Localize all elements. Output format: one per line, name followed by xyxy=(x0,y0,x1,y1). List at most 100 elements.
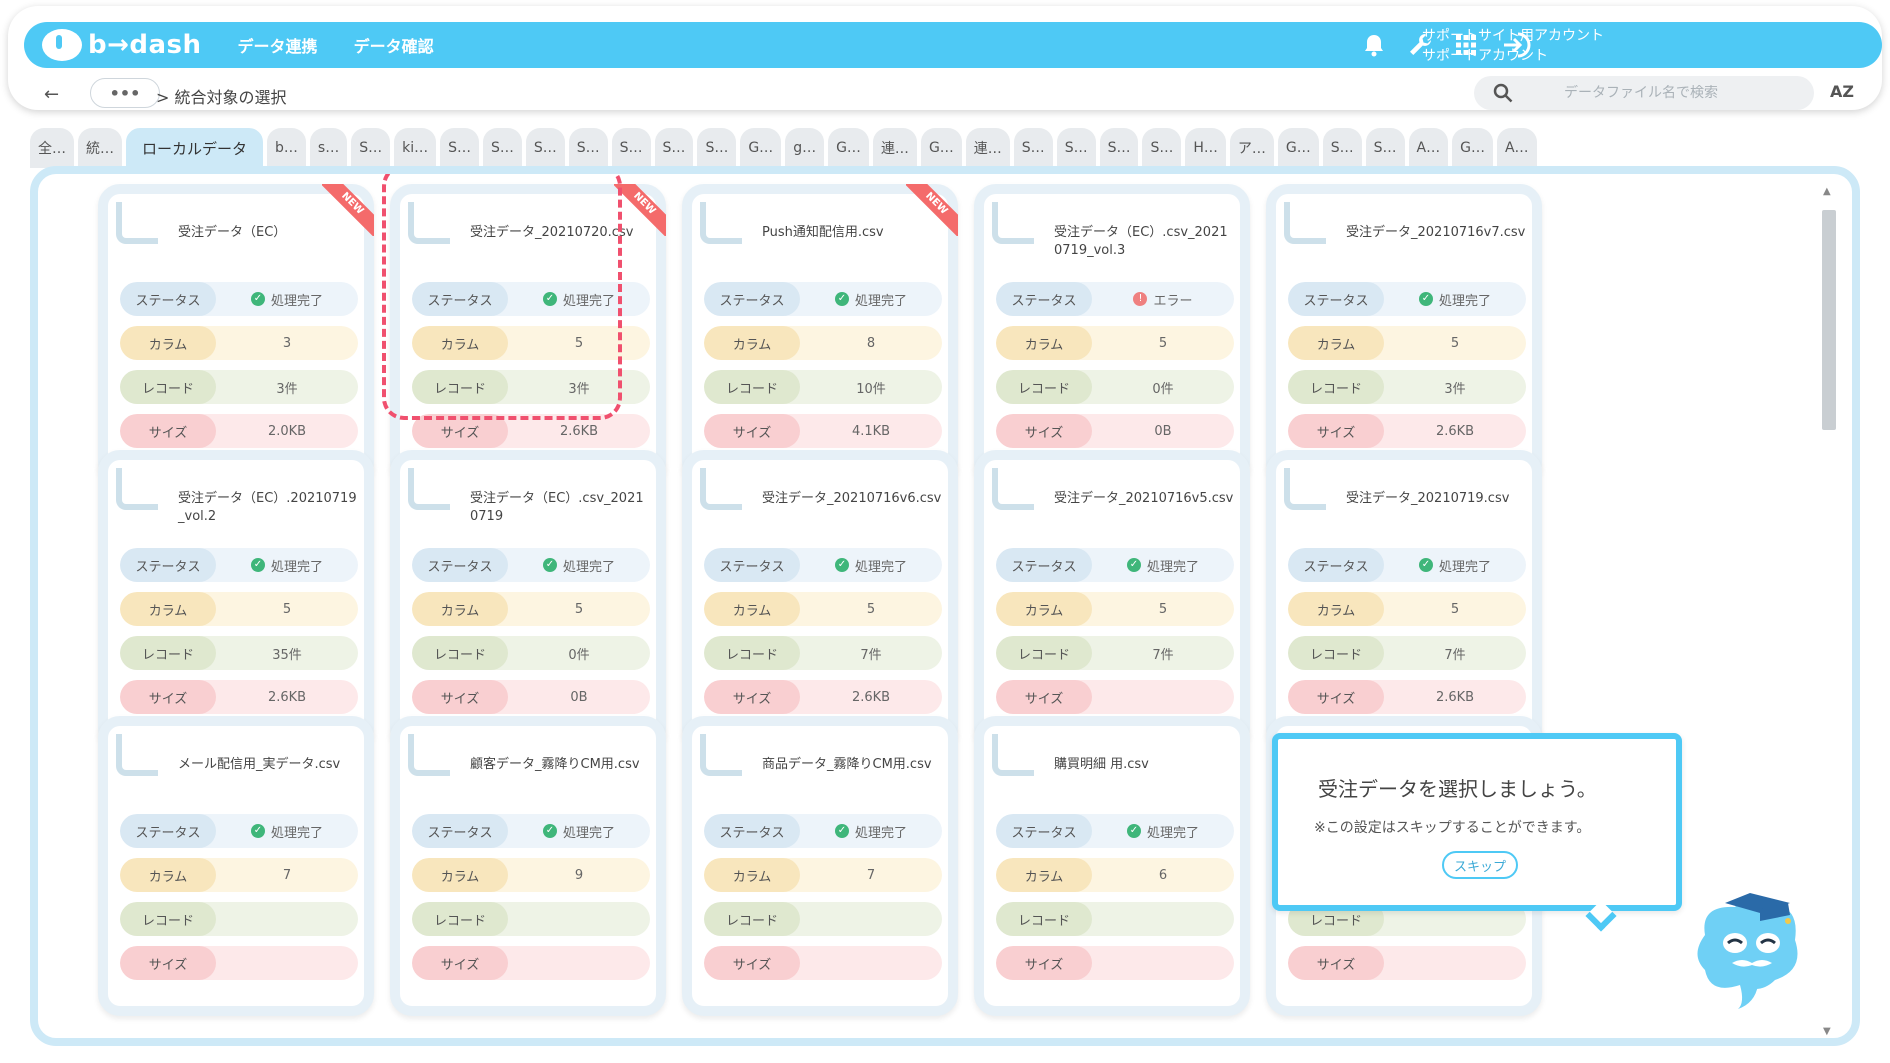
search-input[interactable] xyxy=(1564,85,1804,101)
column-label: カラム xyxy=(704,858,800,892)
tab-14[interactable]: G… xyxy=(740,128,782,168)
file-card[interactable]: 受注データ（EC）.20210719_vol.2 ステータス ✓ 処理完了 カラム 5 レコ… xyxy=(98,450,374,750)
tab-15[interactable]: g… xyxy=(785,128,825,168)
tab-21[interactable]: S… xyxy=(1056,128,1096,168)
skip-button[interactable]: スキップ xyxy=(1442,851,1518,879)
tooltip-title: 受注データを選択しましょう。 xyxy=(1318,777,1597,801)
breadcrumb-more-button[interactable]: ••• xyxy=(90,78,160,108)
nav-data-integration[interactable]: データ連携 xyxy=(238,33,318,57)
record-row: レコード 0件 xyxy=(996,370,1234,404)
tab-29[interactable]: A… xyxy=(1408,128,1449,168)
column-row: カラム 7 xyxy=(704,858,942,892)
status-text: 処理完了 xyxy=(562,825,615,841)
tab-8[interactable]: S… xyxy=(482,128,522,168)
column-value: 5 xyxy=(574,601,584,617)
column-label: カラム xyxy=(1288,326,1384,360)
record-row: レコード 3件 xyxy=(120,370,358,404)
scroll-down-icon[interactable]: ▼ xyxy=(1823,1026,1831,1037)
tab-6[interactable]: ki… xyxy=(394,128,437,168)
file-stats: ステータス ✓ 処理完了 カラム 5 レコード 3件 サイズ 2.6KB xyxy=(1288,282,1526,458)
file-card[interactable]: 受注データ_20210716v5.csv ステータス ✓ 処理完了 カラム 5 レコード 7件… xyxy=(974,450,1250,750)
tab-30[interactable]: G… xyxy=(1452,128,1493,168)
tab-27[interactable]: S… xyxy=(1322,128,1362,168)
status-row: ステータス ✓ 処理完了 xyxy=(412,814,650,848)
file-stats: ステータス ✓ 処理完了 カラム 5 レコード 35件 サイズ 2.6KB xyxy=(120,548,358,724)
sort-az-button[interactable]: AZ xyxy=(1830,82,1854,101)
status-value: ✓ 処理完了 xyxy=(800,548,942,582)
tab-13[interactable]: S… xyxy=(697,128,737,168)
size-value xyxy=(800,946,942,980)
file-name: 商品データ_霧降りCM用.csv xyxy=(762,757,932,772)
file-card[interactable]: 受注データ（EC）.csv_20210719 ステータス ✓ 処理完了 カラム 5 レコード… xyxy=(390,450,666,750)
tab-23[interactable]: S… xyxy=(1142,128,1182,168)
new-badge: NEW xyxy=(906,184,958,236)
file-card[interactable]: 商品データ_霧降りCM用.csv ステータス ✓ 処理完了 カラム 7 レコード サイズ xyxy=(682,716,958,1016)
column-value: 5 xyxy=(866,601,876,617)
wrench-icon[interactable] xyxy=(1406,31,1434,59)
file-card[interactable]: 受注データ_20210719.csv ステータス ✓ 処理完了 カラム 5 レコード 7件 サイ… xyxy=(1266,450,1542,750)
tab-18[interactable]: G… xyxy=(920,128,962,168)
tab-25[interactable]: ア… xyxy=(1229,128,1274,168)
size-row: サイズ xyxy=(704,946,942,980)
tab-11[interactable]: S… xyxy=(611,128,651,168)
bell-icon[interactable] xyxy=(1360,31,1388,59)
file-corner-icon xyxy=(408,734,450,776)
tab-16[interactable]: G… xyxy=(828,128,869,168)
column-row: カラム 5 xyxy=(996,326,1234,360)
tab-26[interactable]: G… xyxy=(1277,128,1319,168)
logout-icon[interactable] xyxy=(1500,31,1534,59)
status-value: ✓ 処理完了 xyxy=(508,548,650,582)
size-row: サイズ xyxy=(412,946,650,980)
tab-20[interactable]: S… xyxy=(1013,128,1053,168)
file-name: 受注データ_20210716v6.csv xyxy=(762,491,942,506)
file-card[interactable]: 受注データ_20210716v7.csv ステータス ✓ 処理完了 カラム 5 レコード 3件… xyxy=(1266,184,1542,484)
check-icon: ✓ xyxy=(542,824,557,838)
scrollbar[interactable]: ▲ ▼ xyxy=(1820,186,1838,1038)
file-card[interactable]: 顧客データ_霧降りCM用.csv ステータス ✓ 処理完了 カラム 9 レコード サイズ xyxy=(390,716,666,1016)
tooltip-note: ※この設定はスキップすることができます。 xyxy=(1314,820,1591,836)
file-name: 顧客データ_霧降りCM用.csv xyxy=(470,757,640,772)
back-arrow-icon[interactable]: ← xyxy=(44,84,59,105)
nav-data-check[interactable]: データ確認 xyxy=(354,33,434,57)
tab-3[interactable]: b… xyxy=(267,128,306,168)
tab-24[interactable]: H… xyxy=(1185,128,1226,168)
tab-5[interactable]: S… xyxy=(351,128,391,168)
tab-1[interactable]: 統… xyxy=(78,128,122,168)
tab-2[interactable]: ローカルデータ xyxy=(126,128,264,168)
tab-4[interactable]: s… xyxy=(309,128,348,168)
tab-9[interactable]: S… xyxy=(525,128,565,168)
tab-19[interactable]: 連… xyxy=(965,128,1010,168)
tab-10[interactable]: S… xyxy=(568,128,608,168)
scroll-up-icon[interactable]: ▲ xyxy=(1823,186,1831,197)
record-row: レコード xyxy=(996,902,1234,936)
file-stats: ステータス! エラー カラム 5 レコード 0件 サイズ 0B xyxy=(996,282,1234,458)
tab-17[interactable]: 連… xyxy=(872,128,917,168)
size-value: 2.6KB xyxy=(267,689,307,705)
logo[interactable]: b→dash xyxy=(42,29,202,61)
file-card[interactable]: 受注データ（EC） NEW ステータス ✓ 処理完了 カラム 3 レコード 3件 サイズ 2.0KB xyxy=(98,184,374,484)
file-card[interactable]: メール配信用_実データ.csv ステータス ✓ 処理完了 カラム 7 レコード サイズ xyxy=(98,716,374,1016)
status-label: ステータス xyxy=(704,282,800,316)
check-icon: ✓ xyxy=(834,558,849,572)
tab-22[interactable]: S… xyxy=(1099,128,1139,168)
tab-31[interactable]: A… xyxy=(1496,128,1537,168)
size-row: サイズ 0B xyxy=(996,414,1234,448)
size-label: サイズ xyxy=(1288,414,1384,448)
file-card[interactable]: 受注データ_20210716v6.csv ステータス ✓ 処理完了 カラム 5 レコード 7件… xyxy=(682,450,958,750)
column-value: 6 xyxy=(1158,867,1168,883)
scrollbar-thumb[interactable] xyxy=(1822,210,1836,430)
status-row: ステータス ✓ 処理完了 xyxy=(120,282,358,316)
column-value: 7 xyxy=(866,867,876,883)
record-value xyxy=(216,902,358,936)
file-card[interactable]: 受注データ（EC）.csv_20210719_vol.3 ステータス! エラー カラム… xyxy=(974,184,1250,484)
file-card[interactable]: Push通知配信用.csv NEW ステータス ✓ 処理完了 カラム 8 レコード 10件 サイズ… xyxy=(682,184,958,484)
tab-0[interactable]: 全… xyxy=(30,128,74,168)
size-label: サイズ xyxy=(996,680,1092,714)
tab-12[interactable]: S… xyxy=(654,128,694,168)
grid-icon[interactable] xyxy=(1452,31,1480,59)
tab-7[interactable]: S… xyxy=(440,128,479,168)
file-card[interactable]: 購買明細 用.csv ステータス ✓ 処理完了 カラム 6 レコード サイズ xyxy=(974,716,1250,1016)
tab-28[interactable]: S… xyxy=(1365,128,1405,168)
status-label: ステータス xyxy=(120,814,216,848)
record-row: レコード 7件 xyxy=(996,636,1234,670)
